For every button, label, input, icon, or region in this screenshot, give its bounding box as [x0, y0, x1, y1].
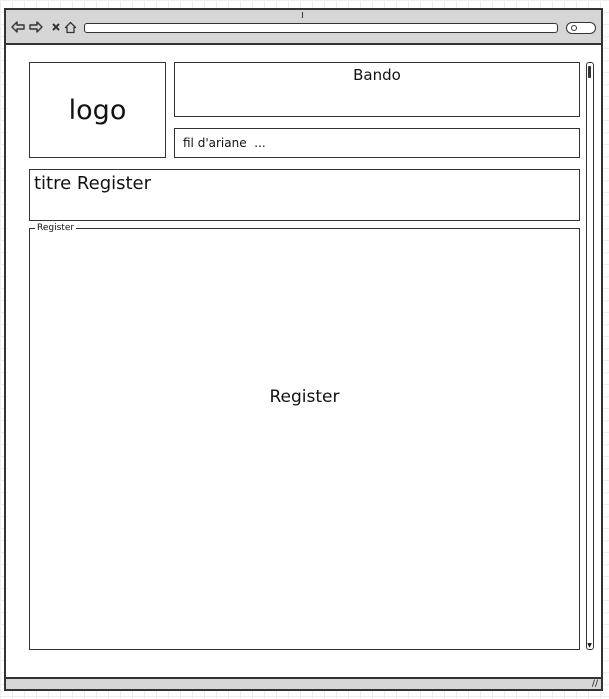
register-fieldset: Register Register — [29, 222, 580, 650]
vertical-scrollbar[interactable]: ▼ — [586, 62, 594, 650]
resize-grip-icon[interactable]: // — [592, 680, 598, 689]
banner-text: Bando — [353, 66, 401, 84]
search-icon[interactable] — [566, 22, 596, 34]
status-bar: // — [6, 677, 601, 689]
home-icon[interactable] — [62, 19, 78, 35]
page-title: titre Register — [34, 173, 152, 194]
browser-toolbar — [6, 10, 601, 45]
back-icon[interactable] — [10, 19, 26, 35]
toolbar-tick — [302, 12, 303, 18]
breadcrumb[interactable]: fil d'ariane ... — [174, 128, 580, 158]
register-legend: Register — [35, 222, 77, 234]
banner-box: Bando — [174, 62, 580, 117]
logo-text: logo — [68, 94, 127, 126]
forward-icon[interactable] — [28, 19, 44, 35]
browser-window: logo Bando fil d'ariane ... titre Regist… — [4, 8, 603, 691]
scroll-down-icon[interactable]: ▼ — [587, 643, 592, 649]
register-content: Register — [269, 387, 340, 407]
page-title-box: titre Register — [29, 169, 580, 221]
breadcrumb-text: fil d'ariane ... — [183, 136, 266, 150]
logo-box: logo — [29, 62, 166, 158]
url-bar[interactable] — [84, 23, 558, 33]
scrollbar-thumb[interactable] — [588, 66, 591, 78]
